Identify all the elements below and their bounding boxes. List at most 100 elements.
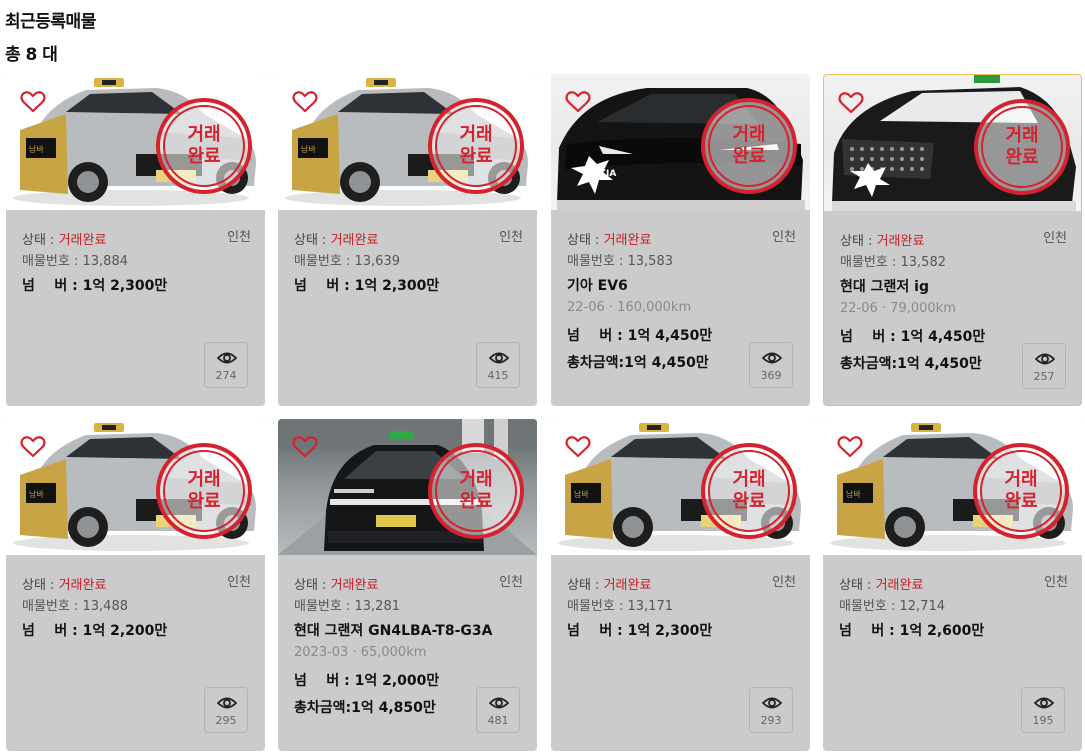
view-count-box: 257 [1022,343,1066,389]
status-label: 상태 : [22,233,59,248]
listing-card[interactable]: 거래 완료 인천 상태 : 거래완료 매물번호 : 13,281 현대 그랜져 … [278,419,537,751]
listing-card[interactable]: 남바 거래 완료 인천 상태 : 거래완료 매물번호 : 12,714 넘 버 … [823,419,1082,751]
plate-price-label: 넘 버 : [294,673,355,689]
sold-stamp-bottom: 완료 [187,146,221,167]
favorite-heart-icon[interactable] [292,435,318,459]
listing-number: 13,639 [354,254,401,269]
status-value: 거래완료 [58,578,107,593]
car-model: 현대 그랜져 GN4LBA-T8-G3A [294,623,493,639]
sold-stamp: 거래 완료 [428,443,524,539]
sold-stamp-bottom: 완료 [187,491,221,512]
listing-number: 13,884 [82,254,129,269]
view-count-box: 293 [749,687,793,733]
listing-number-label: 매물번호 : [294,254,355,269]
region-label: 인천 [227,230,251,245]
sold-stamp-top: 거래 [732,124,766,145]
favorite-heart-icon[interactable] [838,91,864,115]
sold-stamp: 거래 완료 [973,443,1069,539]
status-line: 상태 : 거래완료 [294,574,378,593]
car-meta: 2023-03 · 65,000km [294,645,427,660]
listing-number-line: 매물번호 : 13,281 [294,595,400,614]
sold-stamp-top: 거래 [187,124,221,145]
view-count-box: 415 [476,342,520,388]
plate-price-row: 넘 버 : 1억 4,450만 [840,326,985,346]
view-count: 257 [1033,370,1055,383]
view-count: 295 [215,714,237,727]
car-model: 현대 그랜저 ig [840,279,929,295]
svg-text:남바: 남바 [846,489,861,499]
plate-price: 1억 2,300만 [82,278,168,294]
status-line: 상태 : 거래완료 [22,574,106,593]
car-meta: 22-06 · 160,000km [567,300,692,315]
car-photo[interactable]: 거래 완료 [824,75,1081,211]
total-price-label: 총차금액: [567,355,625,371]
status-line: 상태 : 거래완료 [839,574,923,593]
listing-card[interactable]: 남바 거래 완료 인천 상태 : 거래완료 매물번호 : 13,639 넘 버 … [278,74,537,406]
car-photo[interactable]: 남바 거래 완료 [6,74,265,210]
listing-card[interactable]: 남바 거래 완료 인천 상태 : 거래완료 매물번호 : 13,171 넘 버 … [551,419,810,751]
car-photo[interactable]: 남바 거래 완료 [823,419,1082,555]
sold-stamp: 거래 완료 [156,443,252,539]
favorite-heart-icon[interactable] [565,90,591,114]
car-photo[interactable]: 거래 완료 [278,419,537,555]
listing-card[interactable]: 거래 완료 인천 상태 : 거래완료 매물번호 : 13,582 현대 그랜저 … [823,74,1082,406]
plate-price: 1억 2,300만 [627,623,713,639]
sold-stamp-top: 거래 [459,124,493,145]
view-count: 415 [487,369,509,382]
total-price-label: 총차금액: [840,356,898,372]
status-line: 상태 : 거래완료 [294,229,378,248]
status-label: 상태 : [294,233,331,248]
car-photo[interactable]: 남바 거래 완료 [278,74,537,210]
status-value: 거래완료 [330,578,379,593]
plate-price-label: 넘 버 : [839,623,900,639]
view-count-box: 369 [749,342,793,388]
status-value: 거래완료 [58,233,107,248]
plate-price-row: 넘 버 : 1억 4,450만 [567,325,712,345]
total-price: 1억 4,450만 [624,355,709,371]
sold-stamp-top: 거래 [459,469,493,490]
plate-price-row: 넘 버 : 1억 2,300만 [22,275,167,295]
status-value: 거래완료 [330,233,379,248]
total-price: 1억 4,850만 [351,700,436,716]
plate-price: 1억 2,000만 [354,673,440,689]
plate-price: 1억 4,450만 [900,329,986,345]
plate-price-label: 넘 버 : [567,623,628,639]
favorite-heart-icon[interactable] [837,435,863,459]
view-count: 293 [760,714,782,727]
sold-stamp-bottom: 완료 [459,491,493,512]
car-model: 기아 EV6 [567,278,628,294]
car-photo[interactable]: 남바 거래 완료 [551,419,810,555]
view-count-box: 295 [204,687,248,733]
car-meta: 22-06 · 79,000km [840,301,956,316]
listing-number: 13,488 [82,599,129,614]
total-price-row: 총차금액: 1억 4,850만 [294,697,436,717]
favorite-heart-icon[interactable] [292,90,318,114]
listing-grid: 남바 거래 완료 인천 상태 : 거래완료 매물번호 : 13,884 넘 버 … [6,74,1084,752]
svg-text:남바: 남바 [574,489,589,499]
view-count-box: 481 [476,687,520,733]
plate-price: 1억 2,200만 [82,623,168,639]
status-value: 거래완료 [875,578,924,593]
page-title: 최근등록매물 [5,12,96,32]
status-line: 상태 : 거래완료 [567,229,651,248]
listing-number: 12,714 [899,599,946,614]
listing-number-label: 매물번호 : [840,255,901,270]
listing-number-label: 매물번호 : [839,599,900,614]
view-count-box: 274 [204,342,248,388]
listing-card[interactable]: KIA 거래 완료 인천 상태 : 거래완료 매물번호 : 13,583 기아 … [551,74,810,406]
listing-number: 13,583 [627,254,674,269]
car-photo[interactable]: 남바 거래 완료 [6,419,265,555]
sold-stamp-top: 거래 [1004,469,1038,490]
favorite-heart-icon[interactable] [565,435,591,459]
listing-card[interactable]: 남바 거래 완료 인천 상태 : 거래완료 매물번호 : 13,488 넘 버 … [6,419,265,751]
sold-stamp-bottom: 완료 [1004,491,1038,512]
car-photo[interactable]: KIA 거래 완료 [551,74,810,210]
listing-card[interactable]: 남바 거래 완료 인천 상태 : 거래완료 매물번호 : 13,884 넘 버 … [6,74,265,406]
favorite-heart-icon[interactable] [20,435,46,459]
plate-price-label: 넘 버 : [567,328,628,344]
status-line: 상태 : 거래완료 [22,229,106,248]
plate-price-label: 넘 버 : [22,623,83,639]
status-label: 상태 : [22,578,59,593]
status-label: 상태 : [840,234,877,249]
favorite-heart-icon[interactable] [20,90,46,114]
